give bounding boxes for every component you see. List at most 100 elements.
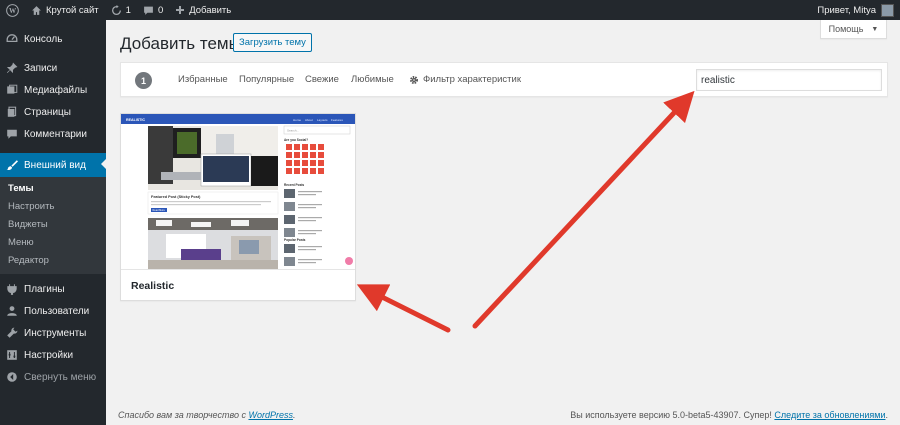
media-icon [6, 84, 18, 96]
admin-sidebar: Консоль Записи Медиафайлы Страницы Комме… [0, 20, 106, 425]
filter-latest[interactable]: Свежие [305, 74, 339, 85]
preview-social-tile [302, 144, 308, 150]
preview-widget-popular: Popular Posts [284, 238, 306, 242]
wrench-icon [6, 327, 18, 339]
submenu-editor[interactable]: Редактор [0, 252, 106, 270]
footer-version-suffix: . [885, 410, 888, 420]
preview-post-title: Featured Post (Sticky Post) [151, 195, 201, 199]
comment-icon [144, 6, 153, 15]
theme-card[interactable]: REALISTIC Home About Layouts Features Fe… [120, 113, 356, 301]
menu-tools[interactable]: Инструменты [0, 322, 106, 344]
menu-dashboard[interactable]: Консоль [0, 28, 106, 50]
menu-appearance[interactable]: Внешний вид [0, 153, 106, 177]
menu-posts[interactable]: Записи [0, 57, 106, 79]
preview-text-line [298, 249, 316, 251]
wp-logo-icon[interactable]: W [0, 0, 25, 20]
preview-thumb [284, 189, 295, 198]
page-title: Добавить темы [120, 34, 241, 53]
site-name-link[interactable]: Крутой сайт [25, 0, 105, 20]
preview-social-tile [286, 168, 292, 174]
theme-screenshot[interactable]: REALISTIC Home About Layouts Features Fe… [121, 114, 355, 270]
theme-count: 1 [135, 72, 152, 89]
updates-link-footer[interactable]: Следите за обновлениями [774, 410, 885, 420]
wordpress-link[interactable]: WordPress [248, 410, 293, 420]
menu-label: Записи [24, 62, 58, 74]
menu-pages[interactable]: Страницы [0, 101, 106, 123]
preview-social-tile [318, 152, 324, 158]
settings-icon [6, 349, 18, 361]
theme-name: Realistic [131, 280, 175, 292]
footer-thanks: Спасибо вам за творчество с WordPress. [118, 410, 296, 420]
plugin-icon [6, 283, 18, 295]
new-content-link[interactable]: Добавить [169, 0, 237, 20]
dashboard-icon [6, 33, 18, 45]
preview-social-tile [302, 168, 308, 174]
submenu-themes[interactable]: Темы [0, 180, 106, 198]
main-content: Помощь ▼ Добавить темы Загрузить тему 1 … [106, 20, 900, 425]
preview-social-tile [286, 152, 292, 158]
collapse-icon [6, 371, 18, 383]
menu-label: Пользователи [24, 305, 90, 317]
preview-text-line [298, 259, 322, 261]
preview-text-line [298, 194, 316, 196]
comment-icon [6, 128, 18, 140]
preview-social-tile [294, 168, 300, 174]
menu-label: Внешний вид [24, 159, 86, 171]
footer-thanks-suffix: . [292, 410, 296, 420]
submenu-customize[interactable]: Настроить [0, 198, 106, 216]
preview-nav-home: Home [293, 118, 301, 122]
preview-text-line [298, 233, 316, 235]
preview-social-tile [286, 144, 292, 150]
menu-comments[interactable]: Комментарии [0, 123, 106, 145]
menu-label: Страницы [24, 106, 71, 118]
preview-text-line [298, 204, 322, 206]
preview-text-line [298, 217, 322, 219]
upload-theme-button[interactable]: Загрузить тему [233, 33, 312, 52]
preview-nav-layouts: Layouts [317, 118, 328, 122]
preview-social-tile [294, 160, 300, 166]
preview-thumb [284, 202, 295, 211]
preview-text-line [298, 262, 316, 264]
preview-social-tile [310, 152, 316, 158]
comments-link[interactable]: 0 [137, 0, 169, 20]
preview-social-tile [286, 160, 292, 166]
submenu-menus[interactable]: Меню [0, 234, 106, 252]
menu-settings[interactable]: Настройки [0, 344, 106, 366]
users-icon [6, 305, 18, 317]
preview-text-line [298, 207, 316, 209]
menu-label: Инструменты [24, 327, 87, 339]
menu-label: Настройки [24, 349, 74, 361]
collapse-label: Свернуть меню [24, 371, 97, 383]
updates-link[interactable]: 1 [105, 0, 137, 20]
preview-text-line [298, 230, 322, 232]
preview-nav-features: Features [331, 118, 343, 122]
help-tab-button[interactable]: Помощь ▼ [820, 20, 887, 39]
updates-count: 1 [125, 4, 131, 16]
help-label: Помощь [828, 24, 864, 34]
page-icon [6, 106, 18, 118]
preview-thumb [284, 228, 295, 237]
preview-thumb [284, 257, 295, 266]
preview-brand: REALISTIC [126, 118, 145, 122]
theme-search-input[interactable] [696, 69, 882, 91]
menu-plugins[interactable]: Плагины [0, 278, 106, 300]
filter-favorites[interactable]: Любимые [351, 74, 394, 85]
svg-text:W: W [9, 7, 17, 15]
preview-thumb [284, 215, 295, 224]
pin-icon [6, 62, 18, 74]
preview-text-line [298, 246, 322, 248]
menu-media[interactable]: Медиафайлы [0, 79, 106, 101]
preview-button: Read More [153, 209, 166, 212]
filter-featured[interactable]: Избранные [178, 74, 228, 85]
feature-filter-button[interactable]: Фильтр характеристик [409, 74, 521, 85]
preview-social-tile [318, 160, 324, 166]
preview-text-line [298, 220, 316, 222]
menu-label: Плагины [24, 283, 65, 295]
submenu-widgets[interactable]: Виджеты [0, 216, 106, 234]
my-account-link[interactable]: Привет, Mitya [811, 0, 900, 20]
filter-popular[interactable]: Популярные [239, 74, 294, 85]
site-name: Крутой сайт [46, 4, 99, 16]
preview-social-tile [318, 168, 324, 174]
menu-users[interactable]: Пользователи [0, 300, 106, 322]
collapse-menu-button[interactable]: Свернуть меню [0, 366, 106, 388]
